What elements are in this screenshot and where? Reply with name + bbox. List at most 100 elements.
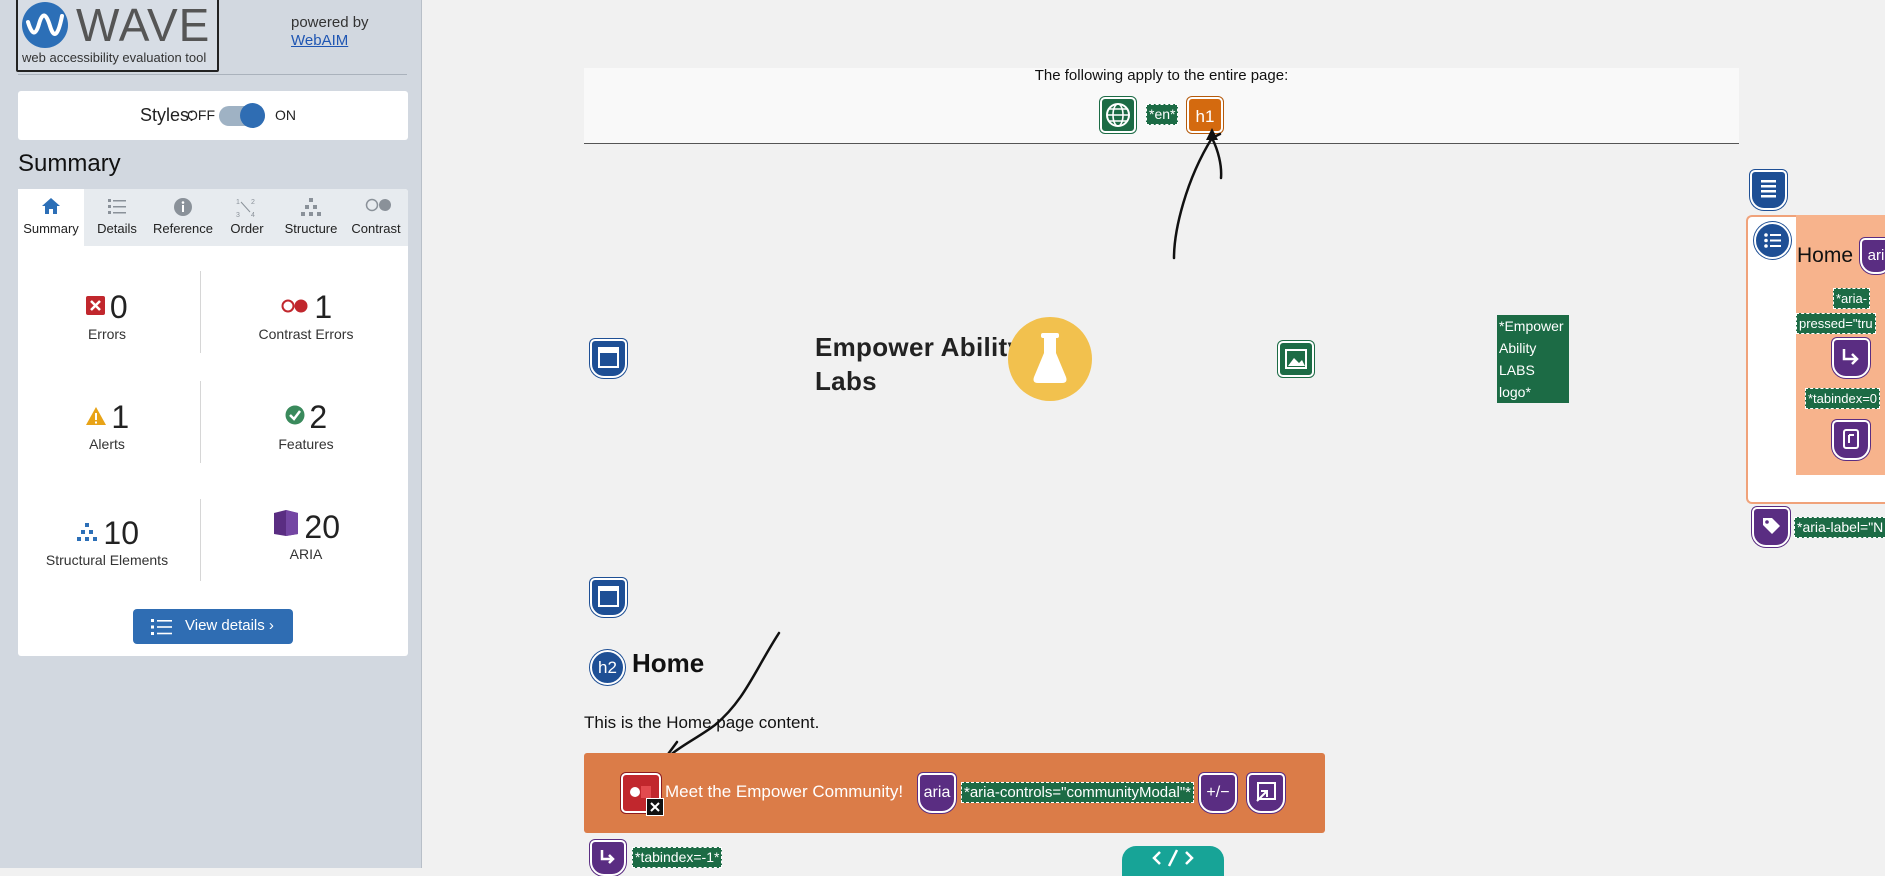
home-content-text: This is the Home page content. — [584, 713, 820, 732]
stat-contrast-errors[interactable]: 1 Contrast Errors — [204, 289, 408, 342]
tabindex-tag: *tabindex=-1* — [632, 847, 723, 868]
tab-label: Summary — [23, 221, 79, 236]
home-heading: Home — [632, 648, 705, 678]
aria-pressed-tag-1: *aria- — [1833, 288, 1871, 309]
logo-alt-text-tag: *Empower Ability LABS logo* — [1497, 315, 1569, 403]
alt-line: Ability — [1499, 340, 1537, 356]
brand-name: Empower Ability Labs — [815, 330, 1022, 398]
header-region-icon[interactable] — [590, 339, 627, 378]
error-icon — [86, 296, 106, 315]
svg-text:2: 2 — [251, 199, 255, 206]
alert-icon — [85, 406, 107, 431]
h2-heading-icon[interactable]: h2 — [590, 650, 625, 685]
structural-label: Structural Elements — [45, 552, 169, 568]
contrast-errors-label: Contrast Errors — [258, 326, 354, 342]
alt-line: *Empower — [1499, 318, 1564, 334]
alerts-label: Alerts — [89, 436, 125, 452]
h2-badge-label: h2 — [598, 658, 617, 677]
tabindex-tag: *tabindex=0 — [1805, 388, 1881, 409]
image-feature-icon[interactable] — [1278, 341, 1314, 377]
contrast-errors-count: 1 — [314, 289, 333, 325]
features-count: 2 — [309, 399, 328, 435]
tab-label: Contrast — [351, 221, 401, 236]
styles-toggle-knob[interactable] — [240, 103, 265, 128]
structure-icon — [75, 522, 99, 547]
aria-label: ARIA — [289, 546, 323, 562]
banner-text: The following apply to the entire page: — [1034, 67, 1289, 84]
panel-tabs: Summary Details Reference 1234 Order Str… — [18, 189, 408, 246]
powered-by: powered by WebAIM — [291, 14, 369, 50]
styles-label: Styles: — [140, 105, 195, 125]
divider — [200, 381, 201, 463]
tab-label: Order — [230, 221, 264, 236]
pointer-icon[interactable] — [1832, 420, 1870, 460]
aria-popup-icon[interactable] — [1247, 773, 1285, 813]
tab-label: Structure — [284, 221, 338, 236]
aria-badge-label: ari — [1867, 247, 1885, 264]
stat-alerts[interactable]: 1 Alerts — [18, 399, 196, 452]
aria-icon — [272, 510, 300, 541]
contrast-error-icon — [280, 298, 310, 319]
navigation-icon[interactable] — [1750, 170, 1787, 210]
divider — [200, 271, 201, 353]
powered-by-text: powered by — [291, 14, 369, 31]
wave-logo-icon — [22, 2, 68, 48]
summary-heading: Summary — [18, 150, 121, 177]
home-icon — [40, 197, 62, 217]
aria-expanded-icon[interactable]: +/− — [1199, 773, 1237, 813]
webaim-link[interactable]: WebAIM — [291, 32, 348, 49]
info-icon — [172, 197, 194, 217]
aria-label-icon[interactable] — [1752, 507, 1790, 547]
nav-home-link[interactable]: Home — [1797, 244, 1853, 268]
tabindex-icon[interactable] — [1832, 338, 1870, 378]
aria-pressed-tag-2: pressed="tru — [1796, 313, 1876, 334]
community-button-label: Meet the Empower Community! — [665, 782, 904, 801]
brand-line-1: Empower Ability — [815, 332, 1023, 362]
wave-logo-word: WAVE — [76, 0, 211, 51]
view-details-button[interactable]: View details › — [133, 609, 293, 644]
tab-reference[interactable]: Reference — [150, 189, 216, 246]
divider — [18, 74, 407, 75]
aria-count: 20 — [304, 509, 341, 545]
contrast-icon — [365, 197, 391, 217]
tab-details[interactable]: Details — [84, 189, 150, 246]
code-icon[interactable] — [1122, 846, 1224, 876]
tab-contrast[interactable]: Contrast — [344, 189, 408, 246]
feature-icon — [285, 405, 305, 430]
tabindex-icon[interactable] — [590, 840, 626, 876]
features-label: Features — [278, 436, 334, 452]
flask-logo — [1008, 317, 1092, 401]
svg-text:3: 3 — [236, 212, 240, 219]
styles-on-label: ON — [275, 107, 296, 123]
alt-line: logo* — [1499, 384, 1531, 400]
stat-features[interactable]: 2 Features — [204, 399, 408, 452]
tab-order[interactable]: 1 2 3 4 Order — [216, 189, 278, 246]
aria-icon[interactable]: aria — [918, 773, 956, 813]
tab-structure[interactable]: Structure — [278, 189, 344, 246]
summary-panel: Summary Details Reference 1 2 3 4 Order Str… — [18, 189, 408, 656]
hand-drawn-arrow-up — [1172, 128, 1223, 260]
stat-aria[interactable]: 20 ARIA — [204, 509, 408, 562]
aria-badge-label: aria — [923, 784, 951, 801]
view-details-label: View details › — [185, 617, 274, 634]
styles-off-label: OFF — [187, 107, 215, 123]
errors-label: Errors — [87, 326, 127, 342]
tab-label: Reference — [153, 221, 213, 236]
structure-icon — [300, 197, 322, 217]
stat-errors[interactable]: 0 Errors — [18, 289, 196, 342]
wave-logo-tagline: web accessibility evaluation tool — [22, 50, 207, 65]
list-icon — [151, 618, 173, 640]
brand-line-2: Labs — [815, 366, 877, 396]
list-icon[interactable] — [1754, 222, 1791, 259]
svg-text:4: 4 — [251, 212, 255, 219]
aria-controls-tag: *aria-controls="communityModal"* — [961, 782, 1194, 803]
stat-structural[interactable]: 10 Structural Elements — [18, 515, 196, 568]
aria-badge-icon[interactable]: ari — [1860, 238, 1885, 274]
wave-logo[interactable]: WAVE web accessibility evaluation tool — [16, 0, 219, 72]
styles-toggle-card: Styles: OFF ON — [18, 91, 408, 140]
main-region-icon[interactable] — [590, 578, 627, 617]
tab-summary[interactable]: Summary — [18, 189, 84, 246]
globe-icon[interactable] — [1100, 97, 1136, 133]
tab-label: Details — [97, 221, 137, 236]
order-icon: 1 2 3 4 — [236, 197, 258, 219]
